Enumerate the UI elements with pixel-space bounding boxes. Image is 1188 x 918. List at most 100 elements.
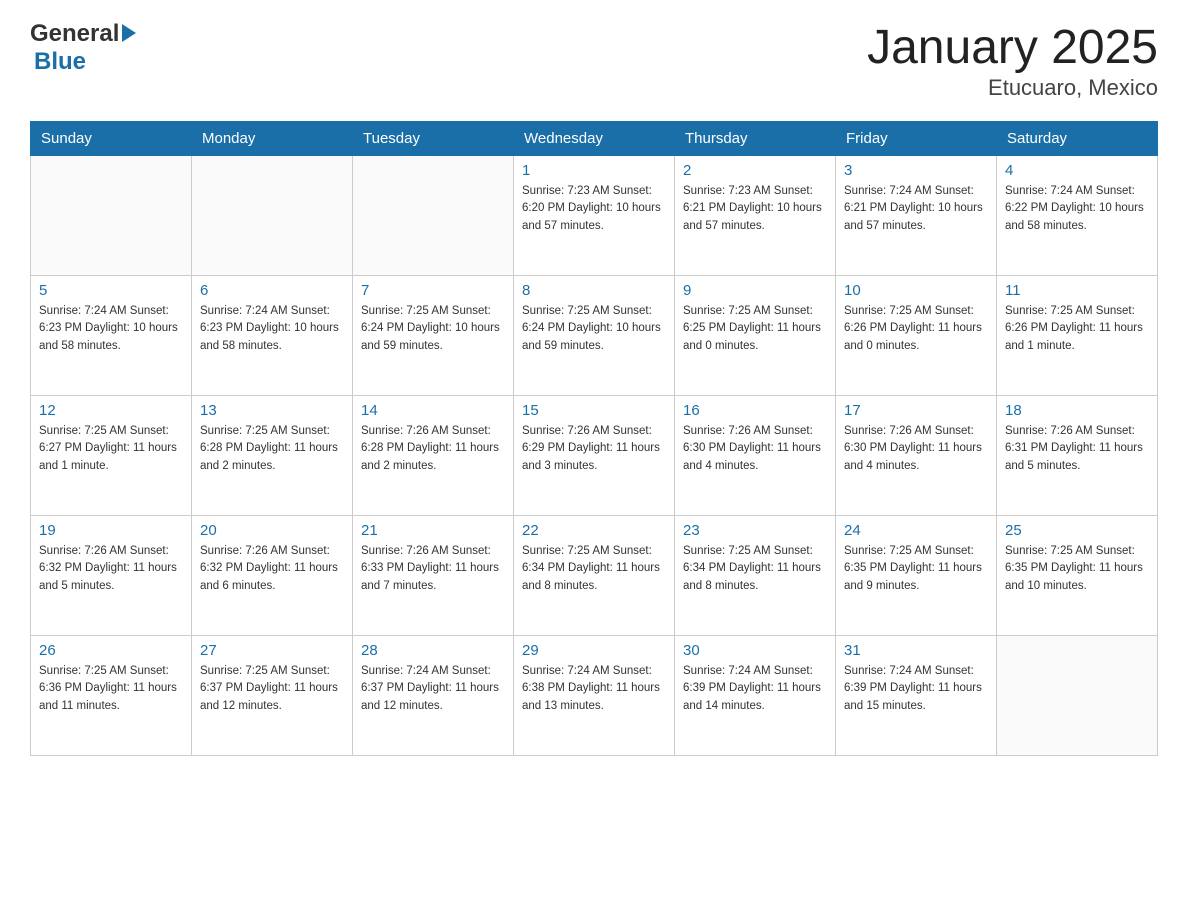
calendar-subtitle: Etucuaro, Mexico (867, 75, 1158, 101)
day-number: 9 (683, 282, 827, 299)
day-info: Sunrise: 7:23 AM Sunset: 6:21 PM Dayligh… (683, 183, 827, 235)
logo: General Blue (30, 20, 136, 76)
day-info: Sunrise: 7:24 AM Sunset: 6:23 PM Dayligh… (200, 303, 344, 355)
calendar-cell: 14 Sunrise: 7:26 AM Sunset: 6:28 PM Dayli… (353, 396, 514, 516)
day-header-monday: Monday (192, 122, 353, 156)
day-number: 15 (522, 402, 666, 419)
day-info: Sunrise: 7:25 AM Sunset: 6:37 PM Dayligh… (200, 663, 344, 715)
day-info: Sunrise: 7:25 AM Sunset: 6:26 PM Dayligh… (844, 303, 988, 355)
day-info: Sunrise: 7:24 AM Sunset: 6:39 PM Dayligh… (844, 663, 988, 715)
calendar-cell: 11 Sunrise: 7:25 AM Sunset: 6:26 PM Dayli… (997, 276, 1158, 396)
calendar-cell: 28 Sunrise: 7:24 AM Sunset: 6:37 PM Dayli… (353, 636, 514, 756)
day-header-saturday: Saturday (997, 122, 1158, 156)
day-number: 18 (1005, 402, 1149, 419)
calendar-cell: 5 Sunrise: 7:24 AM Sunset: 6:23 PM Daylig… (31, 276, 192, 396)
calendar-header-row: SundayMondayTuesdayWednesdayThursdayFrid… (31, 122, 1158, 156)
day-info: Sunrise: 7:26 AM Sunset: 6:33 PM Dayligh… (361, 543, 505, 595)
day-number: 14 (361, 402, 505, 419)
calendar-cell: 3 Sunrise: 7:24 AM Sunset: 6:21 PM Daylig… (836, 156, 997, 276)
calendar-cell: 20 Sunrise: 7:26 AM Sunset: 6:32 PM Dayli… (192, 516, 353, 636)
calendar-cell: 2Sunrise: 7:23 AM Sunset: 6:21 PM Daylig… (675, 156, 836, 276)
day-header-friday: Friday (836, 122, 997, 156)
logo-blue: Blue (34, 48, 86, 76)
calendar-cell: 24 Sunrise: 7:25 AM Sunset: 6:35 PM Dayli… (836, 516, 997, 636)
day-number: 4 (1005, 162, 1149, 179)
day-number: 29 (522, 642, 666, 659)
calendar-cell: 9 Sunrise: 7:25 AM Sunset: 6:25 PM Daylig… (675, 276, 836, 396)
day-info: Sunrise: 7:25 AM Sunset: 6:24 PM Dayligh… (361, 303, 505, 355)
calendar-cell: 29Sunrise: 7:24 AM Sunset: 6:38 PM Dayli… (514, 636, 675, 756)
day-number: 21 (361, 522, 505, 539)
day-info: Sunrise: 7:24 AM Sunset: 6:39 PM Dayligh… (683, 663, 827, 715)
day-number: 16 (683, 402, 827, 419)
day-info: Sunrise: 7:26 AM Sunset: 6:29 PM Dayligh… (522, 423, 666, 475)
day-header-sunday: Sunday (31, 122, 192, 156)
day-info: Sunrise: 7:26 AM Sunset: 6:31 PM Dayligh… (1005, 423, 1149, 475)
day-header-tuesday: Tuesday (353, 122, 514, 156)
day-number: 12 (39, 402, 183, 419)
day-number: 1 (522, 162, 666, 179)
day-number: 25 (1005, 522, 1149, 539)
day-number: 8 (522, 282, 666, 299)
day-info: Sunrise: 7:24 AM Sunset: 6:23 PM Dayligh… (39, 303, 183, 355)
day-number: 23 (683, 522, 827, 539)
calendar-cell (353, 156, 514, 276)
logo-triangle-icon (122, 24, 136, 42)
day-info: Sunrise: 7:26 AM Sunset: 6:32 PM Dayligh… (200, 543, 344, 595)
calendar-cell: 26 Sunrise: 7:25 AM Sunset: 6:36 PM Dayli… (31, 636, 192, 756)
day-info: Sunrise: 7:25 AM Sunset: 6:25 PM Dayligh… (683, 303, 827, 355)
calendar-cell: 7 Sunrise: 7:25 AM Sunset: 6:24 PM Daylig… (353, 276, 514, 396)
calendar-cell: 15 Sunrise: 7:26 AM Sunset: 6:29 PM Dayli… (514, 396, 675, 516)
calendar-cell (192, 156, 353, 276)
day-number: 26 (39, 642, 183, 659)
calendar-cell: 12 Sunrise: 7:25 AM Sunset: 6:27 PM Dayli… (31, 396, 192, 516)
title-area: January 2025 Etucuaro, Mexico (867, 20, 1158, 101)
day-number: 6 (200, 282, 344, 299)
day-info: Sunrise: 7:26 AM Sunset: 6:28 PM Dayligh… (361, 423, 505, 475)
day-info: Sunrise: 7:24 AM Sunset: 6:37 PM Dayligh… (361, 663, 505, 715)
day-number: 19 (39, 522, 183, 539)
day-number: 11 (1005, 282, 1149, 299)
day-number: 31 (844, 642, 988, 659)
calendar-cell (997, 636, 1158, 756)
day-info: Sunrise: 7:25 AM Sunset: 6:24 PM Dayligh… (522, 303, 666, 355)
calendar-cell: 10 Sunrise: 7:25 AM Sunset: 6:26 PM Dayli… (836, 276, 997, 396)
calendar-week-5: 26 Sunrise: 7:25 AM Sunset: 6:36 PM Dayli… (31, 636, 1158, 756)
day-info: Sunrise: 7:26 AM Sunset: 6:30 PM Dayligh… (683, 423, 827, 475)
calendar-cell: 23 Sunrise: 7:25 AM Sunset: 6:34 PM Dayli… (675, 516, 836, 636)
day-number: 27 (200, 642, 344, 659)
day-info: Sunrise: 7:25 AM Sunset: 6:36 PM Dayligh… (39, 663, 183, 715)
calendar-table: SundayMondayTuesdayWednesdayThursdayFrid… (30, 121, 1158, 756)
day-info: Sunrise: 7:25 AM Sunset: 6:35 PM Dayligh… (844, 543, 988, 595)
day-number: 10 (844, 282, 988, 299)
day-info: Sunrise: 7:24 AM Sunset: 6:21 PM Dayligh… (844, 183, 988, 235)
day-number: 7 (361, 282, 505, 299)
calendar-cell: 25 Sunrise: 7:25 AM Sunset: 6:35 PM Dayli… (997, 516, 1158, 636)
day-number: 13 (200, 402, 344, 419)
day-header-thursday: Thursday (675, 122, 836, 156)
calendar-week-2: 5 Sunrise: 7:24 AM Sunset: 6:23 PM Daylig… (31, 276, 1158, 396)
calendar-cell: 16 Sunrise: 7:26 AM Sunset: 6:30 PM Dayli… (675, 396, 836, 516)
day-info: Sunrise: 7:25 AM Sunset: 6:34 PM Dayligh… (683, 543, 827, 595)
day-info: Sunrise: 7:25 AM Sunset: 6:28 PM Dayligh… (200, 423, 344, 475)
calendar-cell (31, 156, 192, 276)
calendar-cell: 22Sunrise: 7:25 AM Sunset: 6:34 PM Dayli… (514, 516, 675, 636)
calendar-cell: 13 Sunrise: 7:25 AM Sunset: 6:28 PM Dayli… (192, 396, 353, 516)
day-number: 20 (200, 522, 344, 539)
day-info: Sunrise: 7:26 AM Sunset: 6:30 PM Dayligh… (844, 423, 988, 475)
day-number: 30 (683, 642, 827, 659)
calendar-cell: 4Sunrise: 7:24 AM Sunset: 6:22 PM Daylig… (997, 156, 1158, 276)
day-number: 3 (844, 162, 988, 179)
day-number: 24 (844, 522, 988, 539)
day-number: 5 (39, 282, 183, 299)
day-info: Sunrise: 7:25 AM Sunset: 6:34 PM Dayligh… (522, 543, 666, 595)
day-info: Sunrise: 7:25 AM Sunset: 6:27 PM Dayligh… (39, 423, 183, 475)
calendar-cell: 18 Sunrise: 7:26 AM Sunset: 6:31 PM Dayli… (997, 396, 1158, 516)
day-number: 28 (361, 642, 505, 659)
calendar-cell: 17Sunrise: 7:26 AM Sunset: 6:30 PM Dayli… (836, 396, 997, 516)
day-info: Sunrise: 7:25 AM Sunset: 6:26 PM Dayligh… (1005, 303, 1149, 355)
calendar-cell: 21 Sunrise: 7:26 AM Sunset: 6:33 PM Dayli… (353, 516, 514, 636)
day-info: Sunrise: 7:25 AM Sunset: 6:35 PM Dayligh… (1005, 543, 1149, 595)
day-header-wednesday: Wednesday (514, 122, 675, 156)
calendar-cell: 30 Sunrise: 7:24 AM Sunset: 6:39 PM Dayli… (675, 636, 836, 756)
